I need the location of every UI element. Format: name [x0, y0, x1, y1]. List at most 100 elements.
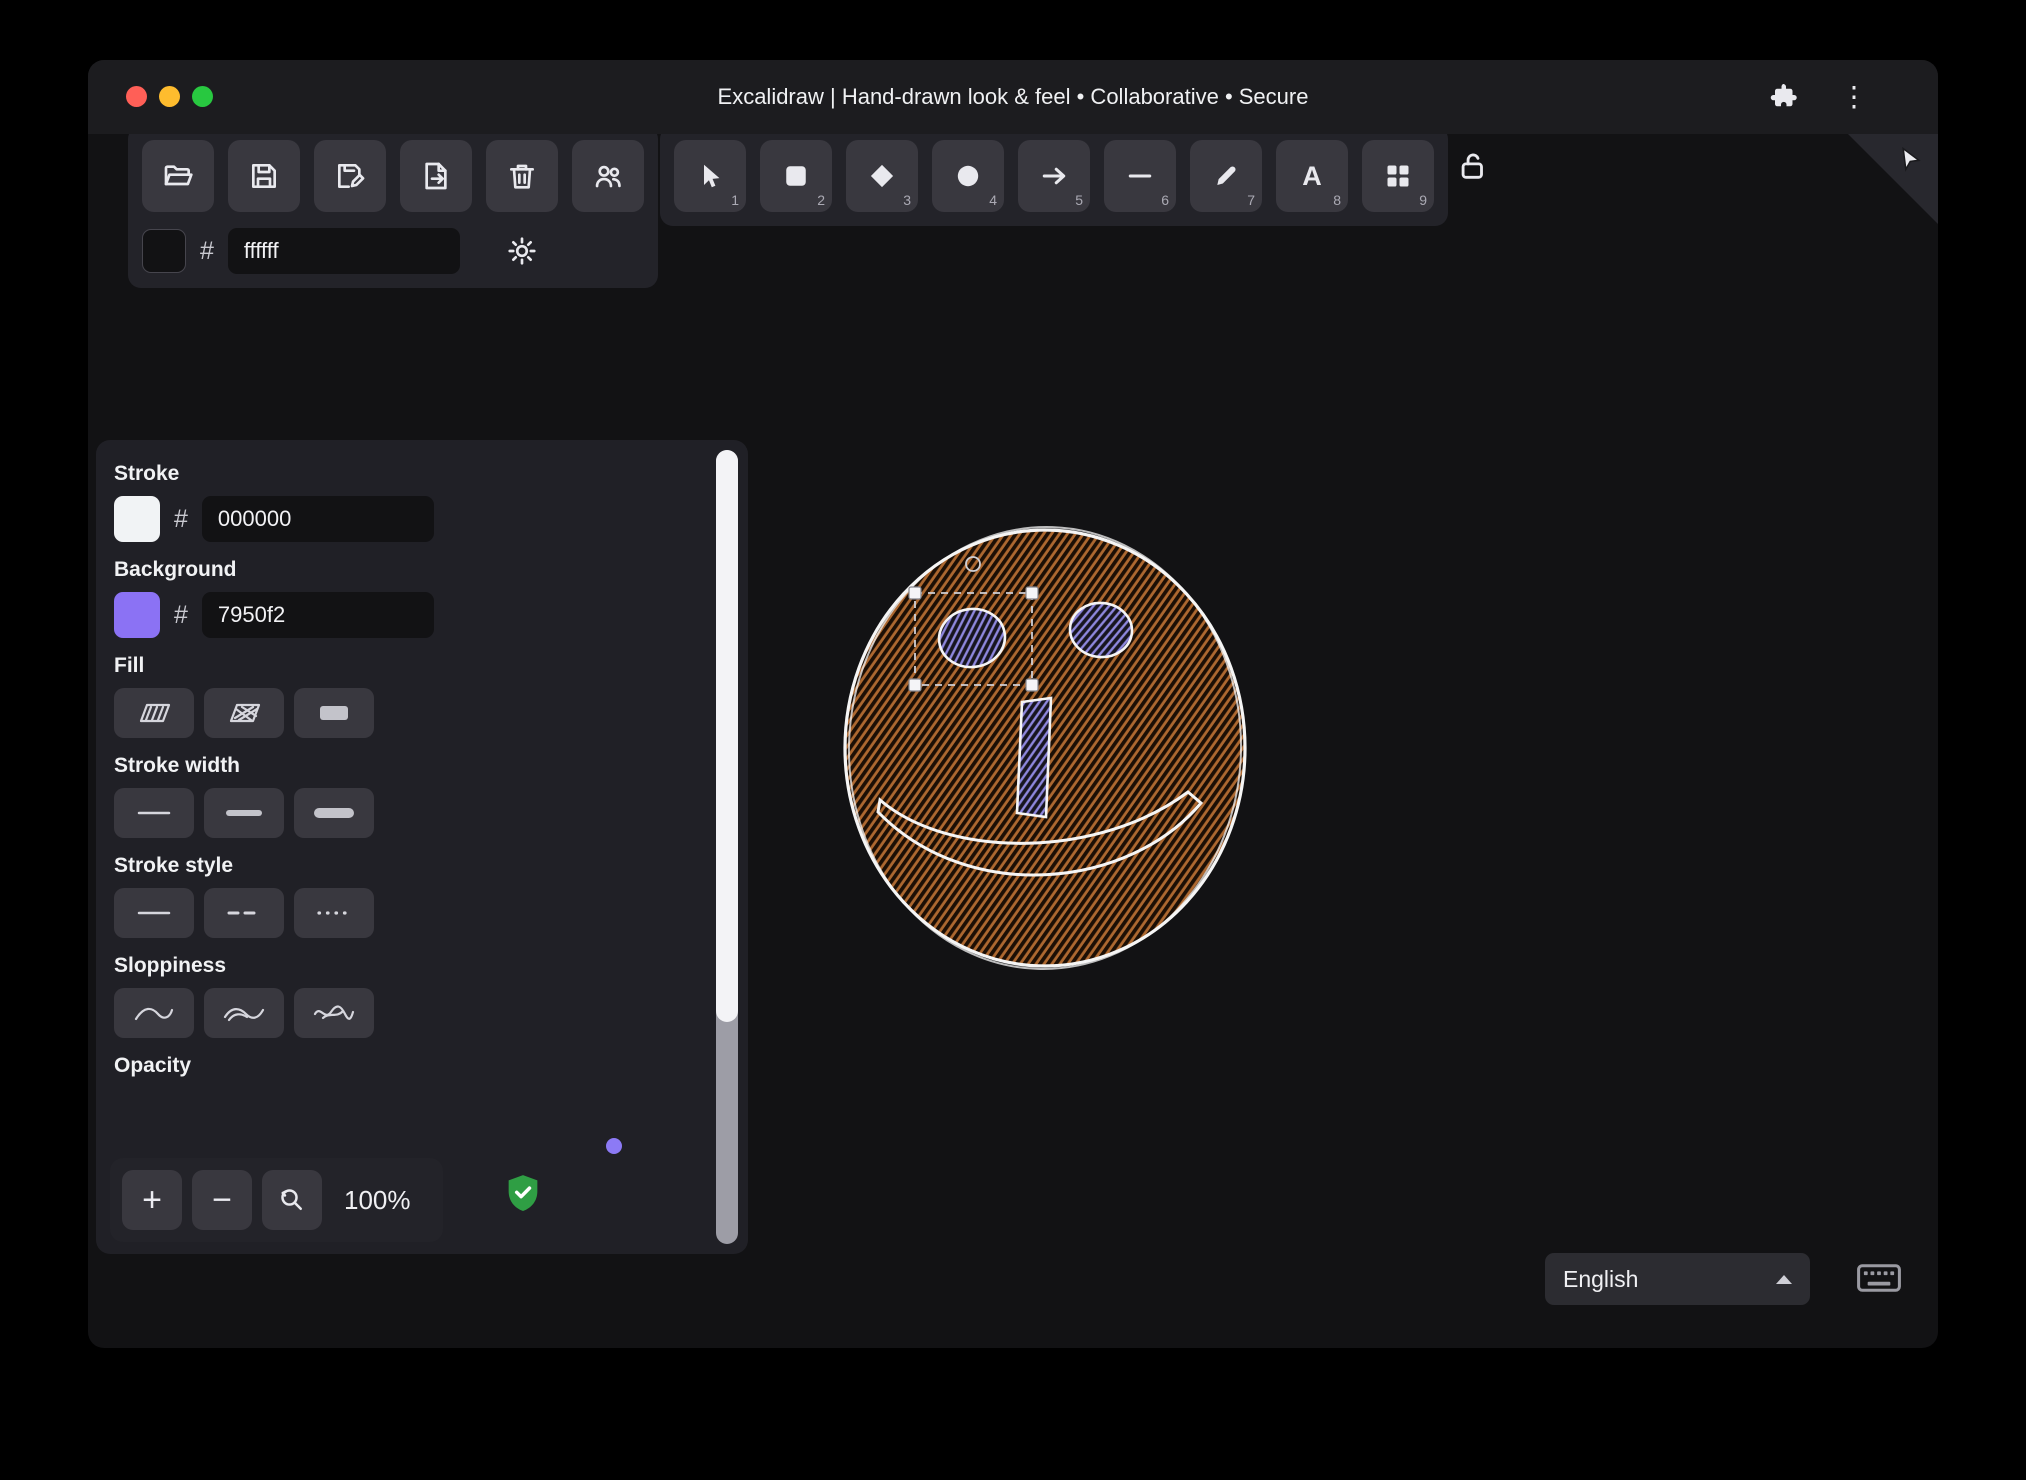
scrollbar-thumb[interactable]	[716, 450, 738, 1022]
stroke-style-solid-button[interactable]	[114, 888, 194, 938]
stroke-color-swatch[interactable]	[114, 496, 160, 542]
background-color-input[interactable]	[201, 592, 434, 638]
stroke-color-input[interactable]	[201, 496, 434, 542]
thin-line-icon	[137, 811, 171, 815]
selection-handle	[908, 586, 922, 600]
tool-ellipse[interactable]: 4	[932, 140, 1004, 212]
tool-library[interactable]: 9	[1362, 140, 1434, 212]
shield-check-icon	[508, 1175, 538, 1212]
extension-puzzle-icon[interactable]	[1770, 80, 1800, 115]
collaborators-button[interactable]	[572, 140, 644, 212]
canvas-background-input[interactable]	[227, 228, 460, 274]
solid-fill-icon	[320, 706, 348, 720]
selection-handle	[1025, 586, 1039, 600]
fill-solid-button[interactable]	[294, 688, 374, 738]
tool-shortcut: 2	[817, 192, 825, 208]
tool-diamond[interactable]: 3	[846, 140, 918, 212]
tool-selection[interactable]: 1	[674, 140, 746, 212]
canvas-corner-fold	[1848, 134, 1938, 224]
zoom-level: 100%	[344, 1184, 411, 1215]
canvas-background-row: #	[142, 228, 644, 274]
tool-draw[interactable]: 7	[1190, 140, 1262, 212]
window-title: Excalidraw | Hand-drawn look & feel • Co…	[717, 84, 1309, 109]
tool-arrow[interactable]: 5	[1018, 140, 1090, 212]
stroke-style-dashed-button[interactable]	[204, 888, 284, 938]
fullscreen-button[interactable]	[192, 86, 213, 107]
dashed-stroke-icon	[227, 911, 261, 915]
save-as-icon	[338, 164, 365, 188]
sloppiness-artist-button[interactable]	[204, 988, 284, 1038]
unlock-icon	[1461, 153, 1483, 179]
zoom-in-button[interactable]: +	[122, 1170, 182, 1230]
stroke-width-label: Stroke width	[114, 754, 241, 777]
zoom-controls: + − 100%	[110, 1158, 443, 1242]
sun-icon	[508, 237, 536, 265]
text-tool-icon: A	[1302, 160, 1322, 191]
tool-line[interactable]: 6	[1104, 140, 1176, 212]
trash-icon	[510, 164, 534, 189]
export-icon	[425, 162, 447, 190]
tool-text[interactable]: A 8	[1276, 140, 1348, 212]
bold-line-icon	[226, 810, 262, 816]
language-selected-value: English	[1563, 1265, 1639, 1292]
menu-kebab-icon[interactable]: ⋮	[1834, 83, 1874, 111]
app-window: Excalidraw | Hand-drawn look & feel • Co…	[88, 60, 1938, 1348]
panel-scrollbar[interactable]	[716, 450, 738, 1244]
tool-shortcut: 1	[731, 192, 739, 208]
sloppiness-label: Sloppiness	[114, 954, 227, 977]
opacity-slider-thumb[interactable]	[606, 1138, 622, 1154]
canvas-background-swatch[interactable]	[142, 229, 186, 273]
keyboard-shortcuts-button[interactable]	[1850, 1260, 1908, 1299]
fill-cross-hatch-button[interactable]	[204, 688, 284, 738]
artist-squiggle-icon	[223, 1008, 265, 1022]
background-label: Background	[114, 558, 237, 581]
hash-sign: #	[200, 236, 214, 265]
save-as-button[interactable]	[314, 140, 386, 212]
tool-shortcut: 4	[989, 192, 997, 208]
smiley-drawing[interactable]	[841, 520, 1248, 975]
open-file-button[interactable]	[142, 140, 214, 212]
zoom-out-button[interactable]: −	[192, 1170, 252, 1230]
hachure-icon	[139, 703, 171, 723]
lock-toggle-button[interactable]	[1450, 148, 1496, 187]
shape-toolbar: 1 2 3 4 5 6 7 A 8 9	[660, 126, 1448, 226]
save-file-button[interactable]	[228, 140, 300, 212]
traffic-lights	[126, 86, 213, 107]
solid-stroke-icon	[137, 911, 171, 915]
cross-hatch-icon	[229, 703, 261, 723]
stroke-width-thin-button[interactable]	[114, 788, 194, 838]
encryption-shield-button[interactable]	[496, 1170, 550, 1219]
fill-hachure-button[interactable]	[114, 688, 194, 738]
zoom-reset-button[interactable]	[262, 1170, 322, 1230]
close-button[interactable]	[126, 86, 147, 107]
save-icon	[252, 164, 276, 188]
properties-panel: Stroke # Background # Fill Stroke width	[96, 440, 748, 1254]
folder-open-icon	[164, 165, 193, 186]
export-button[interactable]	[400, 140, 472, 212]
dotted-stroke-icon	[317, 911, 351, 915]
tool-shortcut: 6	[1161, 192, 1169, 208]
hash-sign: #	[174, 504, 188, 533]
cartoonist-squiggle-icon	[313, 1005, 355, 1020]
stroke-label: Stroke	[114, 462, 180, 485]
background-color-swatch[interactable]	[114, 592, 160, 638]
selection-handle	[1025, 678, 1039, 692]
stroke-width-extra-bold-button[interactable]	[294, 788, 374, 838]
users-icon	[595, 165, 621, 188]
theme-toggle-button[interactable]	[500, 234, 544, 268]
sloppiness-architect-button[interactable]	[114, 988, 194, 1038]
titlebar: Excalidraw | Hand-drawn look & feel • Co…	[88, 60, 1938, 134]
stroke-style-label: Stroke style	[114, 854, 234, 877]
caret-up-icon	[1776, 1274, 1792, 1284]
tool-rectangle[interactable]: 2	[760, 140, 832, 212]
language-select[interactable]: English	[1545, 1253, 1810, 1305]
tool-shortcut: 8	[1333, 192, 1341, 208]
stroke-style-dotted-button[interactable]	[294, 888, 374, 938]
clear-canvas-button[interactable]	[486, 140, 558, 212]
zoom-reset-icon	[281, 1189, 302, 1210]
stroke-width-bold-button[interactable]	[204, 788, 284, 838]
sloppiness-cartoonist-button[interactable]	[294, 988, 374, 1038]
tool-shortcut: 3	[903, 192, 911, 208]
file-toolbar: #	[128, 126, 658, 288]
minimize-button[interactable]	[159, 86, 180, 107]
